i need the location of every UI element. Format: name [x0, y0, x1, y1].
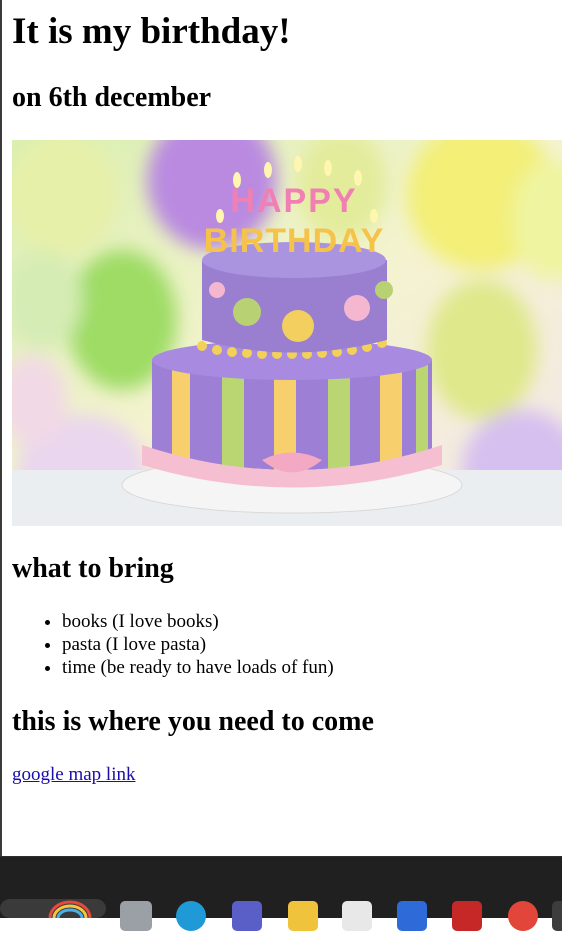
web-page: It is my birthday! on 6th december HAPPY… [12, 0, 562, 856]
gmail-icon[interactable] [452, 901, 482, 931]
location-heading: this is where you need to come [12, 706, 374, 737]
google-map-link[interactable]: google map link [12, 763, 135, 787]
chrome-icon[interactable] [508, 901, 538, 931]
date-heading: on 6th december [12, 82, 212, 113]
taskbar [0, 856, 562, 931]
files-icon[interactable] [120, 901, 152, 931]
list-item: books (I love books) [62, 610, 334, 633]
list-item: pasta (I love pasta) [62, 633, 334, 656]
store-icon[interactable] [342, 901, 372, 931]
vs-icon[interactable] [397, 901, 427, 931]
what-to-bring-heading: what to bring [12, 553, 174, 584]
folder-icon[interactable] [288, 901, 318, 931]
overflow-icon[interactable] [552, 901, 562, 931]
candles-birthday: BIRTHDAY [204, 222, 385, 260]
birthday-cake-image: HAPPY BIRTHDAY [12, 140, 562, 526]
edge-icon[interactable] [176, 901, 206, 931]
candles-happy: HAPPY [230, 182, 357, 220]
window-left-border [0, 0, 2, 856]
page-title: It is my birthday! [12, 11, 291, 52]
rainbow-icon[interactable] [0, 899, 106, 918]
bring-list: books (I love books) pasta (I love pasta… [12, 610, 334, 679]
list-item: time (be ready to have loads of fun) [62, 656, 334, 679]
teams-icon[interactable] [232, 901, 262, 931]
